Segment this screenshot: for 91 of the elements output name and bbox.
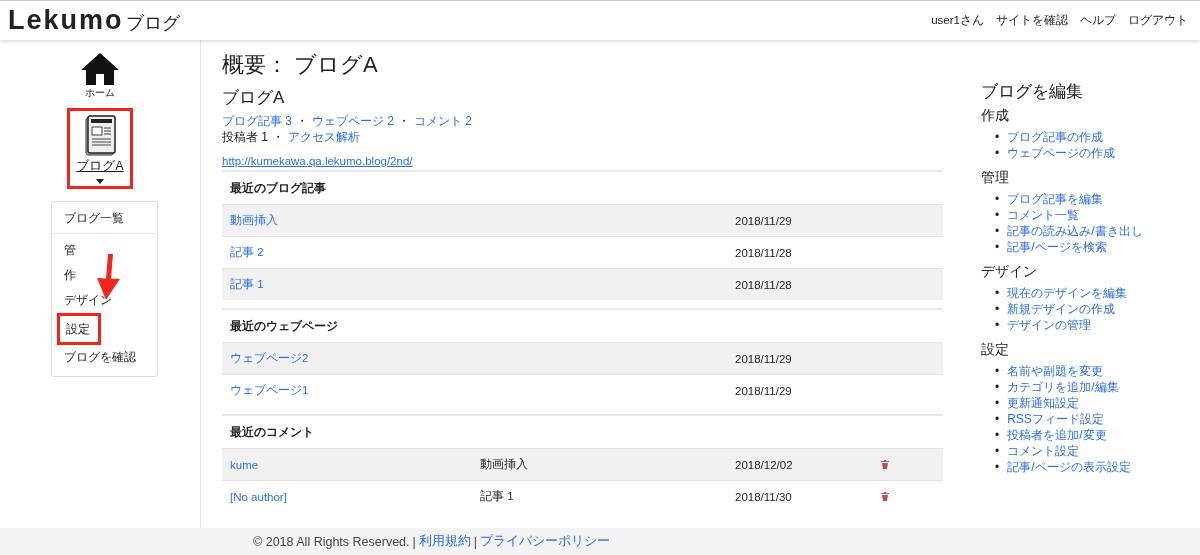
date-cell: 2018/11/30	[735, 490, 792, 503]
bullet: •	[995, 443, 1000, 459]
section-title: 最近のウェブページ	[229, 319, 339, 334]
footer-link[interactable]: プライバシーポリシー	[480, 533, 610, 550]
group-title: 管理	[981, 169, 1010, 187]
panel-link[interactable]: RSSフィード設定	[1007, 411, 1104, 427]
group-title: デザイン	[981, 263, 1038, 281]
blog-button[interactable]: ブログA	[67, 108, 133, 189]
bullet: •	[995, 145, 1000, 161]
date-cell: 2018/12/02	[735, 458, 793, 471]
nav-link[interactable]: ログアウト	[1128, 13, 1188, 28]
menu-item[interactable]: 管	[63, 242, 76, 259]
date-cell: 2018/11/29	[735, 352, 792, 365]
bullet: •	[995, 191, 1000, 207]
panel-title: ブログを編集	[981, 81, 1084, 103]
entry-link[interactable]: 記事 2	[230, 246, 264, 258]
separator: ・	[272, 129, 284, 145]
home-label[interactable]: ホーム	[85, 86, 115, 100]
newspaper-icon	[84, 115, 116, 156]
section-title: 最近のコメント	[229, 425, 315, 440]
date-cell: 2018/11/28	[735, 278, 792, 291]
blog-url-link[interactable]: http://kumekawa.qa.lekumo.blog/2nd/	[222, 155, 943, 167]
table-cell: 動画挿入	[480, 458, 528, 470]
panel-link[interactable]: 記事の読み込み/書き出し	[1007, 223, 1143, 239]
menu-item[interactable]: ブログ一覧	[63, 210, 124, 227]
logo[interactable]: Lekumo	[8, 5, 124, 36]
separator: |	[473, 534, 477, 549]
bullet: •	[995, 301, 1000, 317]
nav-link[interactable]: サイトを確認	[996, 13, 1068, 28]
menu-item[interactable]: ブログを確認	[63, 349, 136, 366]
trash-icon[interactable]	[881, 491, 889, 501]
bullet: •	[995, 129, 1000, 145]
bullet: •	[995, 207, 1000, 223]
separator: ・	[398, 113, 411, 129]
entry-link[interactable]: ウェブページ2	[230, 352, 309, 364]
bullet: •	[995, 459, 1000, 475]
separator: ・	[296, 113, 308, 129]
bullet: •	[995, 223, 1000, 239]
link[interactable]: ウェブページ 2	[312, 113, 395, 129]
panel-link[interactable]: 投稿者を追加/変更	[1007, 427, 1107, 443]
entry-link[interactable]: ウェブページ1	[230, 384, 309, 396]
copyright-text: © 2018 All Rights Reserved.	[253, 534, 410, 549]
bullet: •	[995, 363, 1000, 379]
panel-link[interactable]: 現在のデザインを編集	[1007, 285, 1128, 301]
panel-link[interactable]: ブログ記事を編集	[1007, 191, 1104, 207]
bullet: •	[995, 427, 1000, 443]
date-cell: 2018/11/29	[735, 214, 792, 227]
blog-name: ブログA	[222, 87, 286, 109]
link[interactable]: アクセス解析	[288, 129, 360, 145]
author-link[interactable]: kume	[230, 458, 259, 471]
menu-item[interactable]: 設定	[56, 313, 101, 345]
author-link[interactable]: [No author]	[230, 490, 287, 503]
menu-item[interactable]: デザイン	[63, 292, 112, 309]
panel-link[interactable]: 更新通知設定	[1007, 395, 1080, 411]
group-title: 作成	[981, 107, 1010, 125]
panel-link[interactable]: カテゴリを追加/編集	[1007, 379, 1119, 395]
link[interactable]: コメント 2	[414, 113, 473, 129]
bullet: •	[995, 379, 1000, 395]
footer-link[interactable]: 利用規約	[418, 533, 471, 550]
caret-icon	[96, 179, 104, 184]
panel-link[interactable]: 名前や副題を変更	[1007, 363, 1104, 379]
group-title: 設定	[981, 341, 1010, 359]
bullet: •	[995, 285, 1000, 301]
bullet: •	[995, 317, 1000, 333]
panel-link[interactable]: コメント一覧	[1007, 207, 1080, 223]
nav-link[interactable]: user1さん	[931, 13, 984, 28]
section-title: 最近のブログ記事	[229, 181, 327, 196]
date-cell: 2018/11/29	[735, 384, 792, 397]
table-cell: 記事 1	[480, 490, 514, 502]
page-title: 概要： ブログA	[222, 51, 379, 79]
trash-icon[interactable]	[881, 459, 889, 469]
home-icon	[80, 52, 120, 86]
menu-item[interactable]: 作	[63, 267, 76, 284]
panel-link[interactable]: デザインの管理	[1007, 317, 1092, 333]
logo-suffix: ブログ	[125, 12, 180, 35]
panel-link[interactable]: 新規デザインの作成	[1007, 301, 1116, 317]
stat-text: 投稿者 1	[222, 129, 268, 145]
separator: |	[412, 534, 416, 549]
panel-link[interactable]: 記事/ページを検索	[1007, 239, 1107, 255]
nav-link[interactable]: ヘルプ	[1080, 13, 1116, 28]
panel-link[interactable]: コメント設定	[1007, 443, 1080, 459]
date-cell: 2018/11/28	[735, 246, 792, 259]
entry-link[interactable]: 動画挿入	[230, 214, 278, 226]
panel-link[interactable]: 記事/ページの表示設定	[1007, 459, 1131, 475]
bullet: •	[995, 395, 1000, 411]
entry-link[interactable]: 記事 1	[230, 278, 264, 290]
panel-link[interactable]: ウェブページの作成	[1007, 145, 1116, 161]
link[interactable]: ブログ記事 3	[222, 113, 292, 129]
bullet: •	[995, 239, 1000, 255]
bullet: •	[995, 411, 1000, 427]
panel-link[interactable]: ブログ記事の作成	[1007, 129, 1104, 145]
